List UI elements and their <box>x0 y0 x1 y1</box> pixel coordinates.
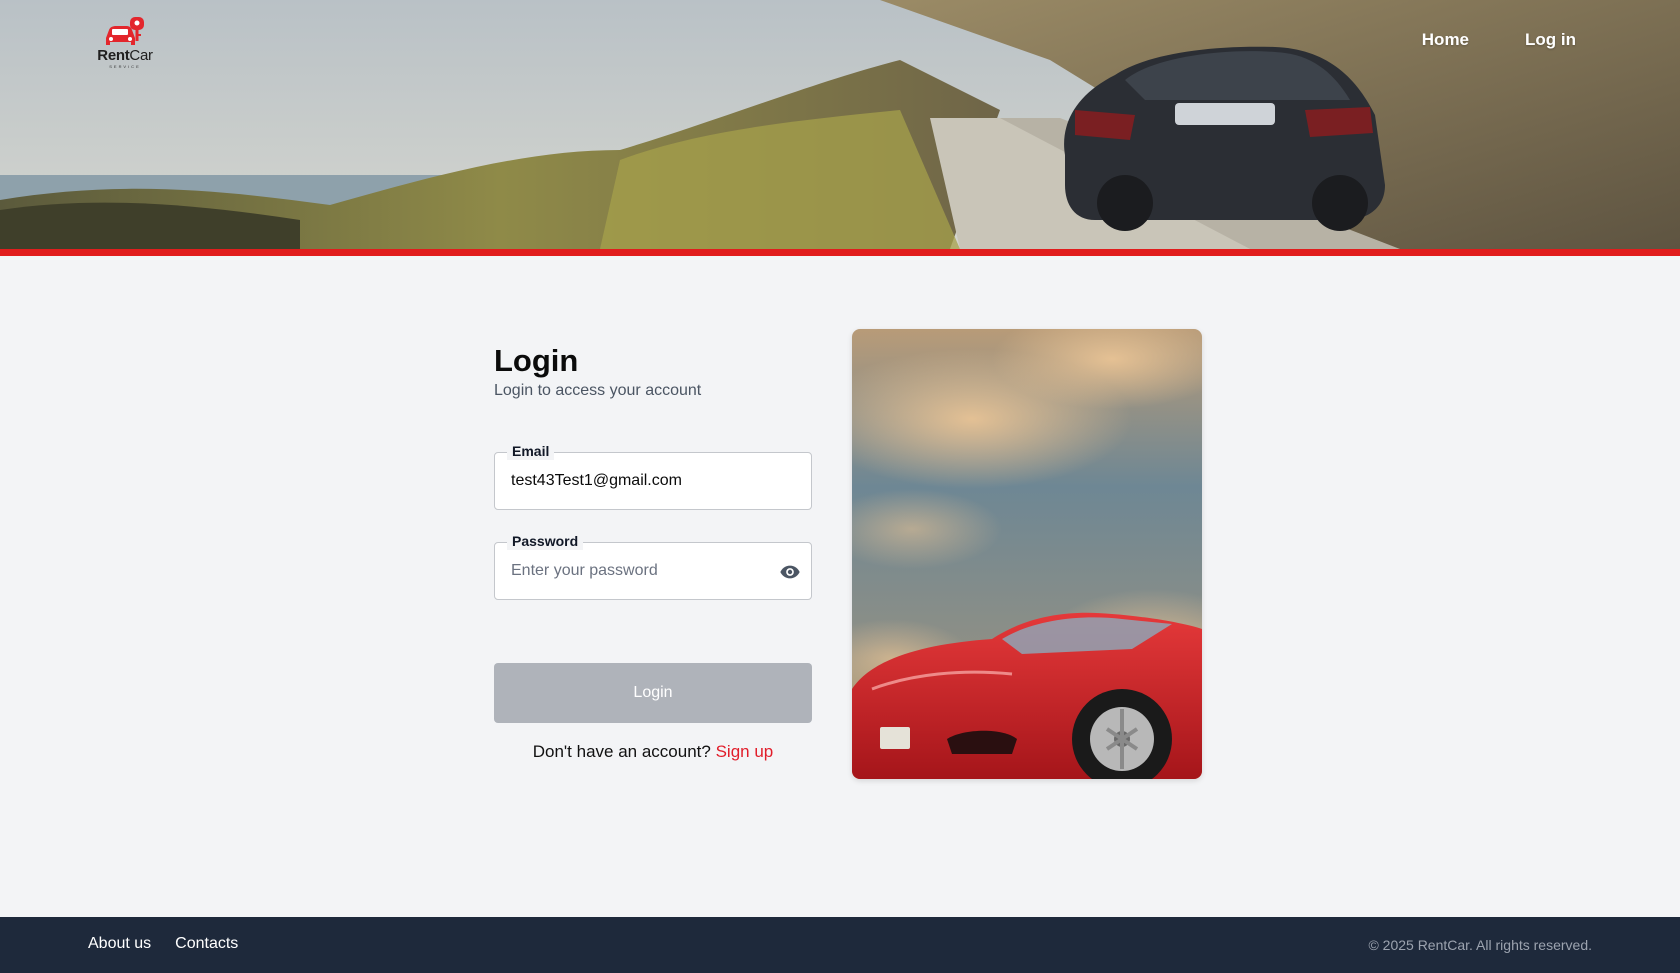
footer-links: About us Contacts <box>88 935 238 953</box>
login-form: Login Login to access your account Email… <box>494 343 812 761</box>
page-subtitle: Login to access your account <box>494 382 702 399</box>
nav-home-link[interactable]: Home <box>1422 30 1469 50</box>
signup-link[interactable]: Sign up <box>716 742 774 761</box>
red-sports-car-image <box>852 329 1202 779</box>
car-key-logo-icon <box>106 17 144 45</box>
login-submit-button[interactable]: Login <box>494 663 812 723</box>
signup-prompt-text: Don't have an account? <box>532 742 711 761</box>
hero-accent-line <box>0 249 1680 256</box>
top-nav: Home Log in <box>1422 30 1576 50</box>
hero-banner: RentCar SERVICE Home Log in <box>0 0 1680 249</box>
footer-contacts-link[interactable]: Contacts <box>175 935 238 953</box>
rentcar-logo[interactable]: RentCar SERVICE <box>92 16 158 70</box>
email-input[interactable] <box>495 453 811 509</box>
logo-subtext: SERVICE <box>109 64 141 69</box>
signup-prompt: Don't have an account? Sign up <box>494 742 812 762</box>
email-field: Email <box>494 442 812 510</box>
nav-login-link[interactable]: Log in <box>1525 30 1576 50</box>
copyright-text: © 2025 RentCar. All rights reserved. <box>1368 937 1592 953</box>
page-title: Login <box>494 343 579 378</box>
password-input[interactable] <box>495 543 811 599</box>
site-footer: About us Contacts © 2025 RentCar. All ri… <box>0 917 1680 973</box>
logo-wordmark: RentCar <box>97 47 153 64</box>
eye-icon[interactable] <box>779 561 801 583</box>
footer-about-link[interactable]: About us <box>88 935 151 953</box>
password-field: Password <box>494 532 812 600</box>
sunset-car-illustration <box>852 329 1202 779</box>
